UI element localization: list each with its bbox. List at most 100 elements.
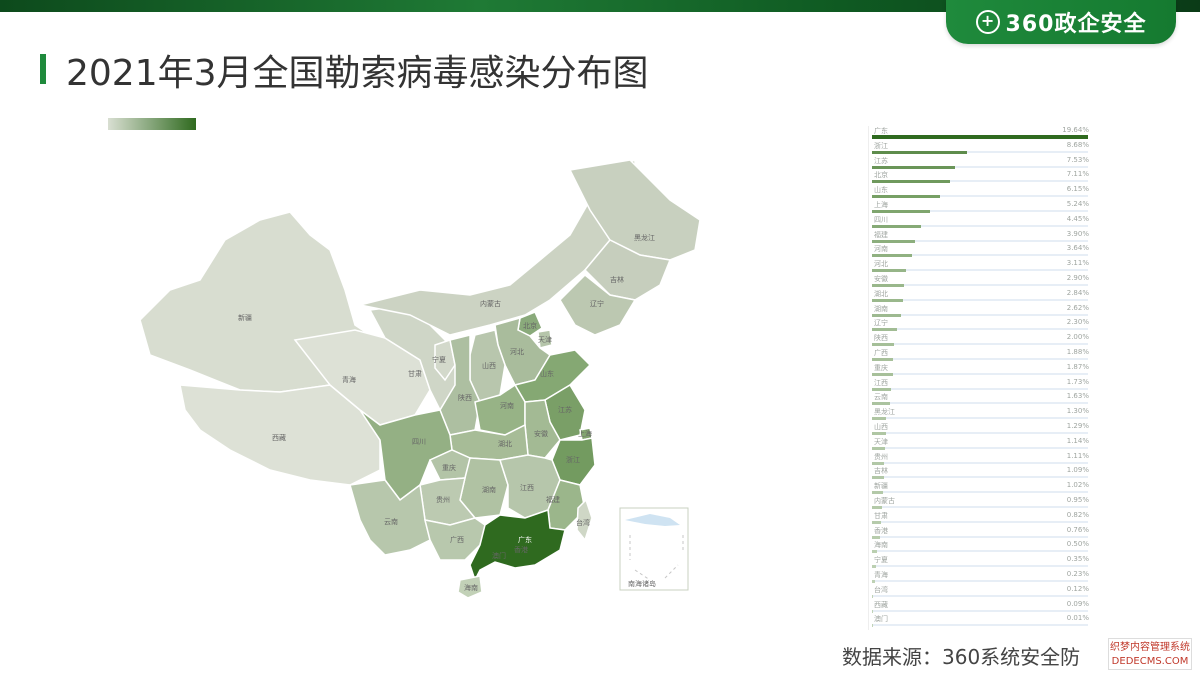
ranking-bar xyxy=(872,446,885,450)
label-shanxi: 山西 xyxy=(482,361,496,370)
ranking-value: 1.88% xyxy=(1066,348,1089,356)
ranking-bar xyxy=(872,298,904,302)
ranking-row: 安徽 2.90% xyxy=(869,274,1093,289)
label-hainan: 海南 xyxy=(464,583,478,592)
label-gansu: 甘肃 xyxy=(408,369,422,378)
ranking-value: 0.35% xyxy=(1066,555,1089,564)
ranking-row: 西藏 0.09% xyxy=(869,600,1093,615)
ranking-bar xyxy=(872,343,894,347)
ranking-value: 2.00% xyxy=(1066,333,1089,342)
ranking-value: 2.30% xyxy=(1066,318,1089,327)
ranking-bar-track xyxy=(872,550,1088,553)
ranking-bar xyxy=(872,609,873,613)
ranking-value: 1.87% xyxy=(1066,362,1089,371)
label-hunan: 湖南 xyxy=(482,485,496,494)
label-yunnan: 云南 xyxy=(384,517,398,526)
ranking-label: 香港 xyxy=(874,526,888,535)
label-taiwan: 台湾 xyxy=(576,518,590,527)
ranking-label: 辽宁 xyxy=(874,319,888,328)
ranking-bar-track xyxy=(872,328,1088,331)
ranking-bar-track xyxy=(872,506,1088,508)
ranking-value: 0.50% xyxy=(1066,540,1089,549)
ranking-row: 贵州 1.11% xyxy=(869,452,1093,467)
ranking-label: 云南 xyxy=(874,393,888,402)
ranking-value: 1.29% xyxy=(1066,422,1089,430)
ranking-row: 台湾 0.12% xyxy=(869,585,1093,600)
ranking-row: 湖南 2.62% xyxy=(869,304,1093,319)
china-map: 新疆 西藏 青海 甘肃 内蒙古 黑龙江 吉林 辽宁 北京 天津 河北 山西 宁夏… xyxy=(130,140,730,610)
ranking-label: 台湾 xyxy=(874,585,888,594)
label-chongqing: 重庆 xyxy=(442,463,456,472)
ranking-label: 贵州 xyxy=(874,452,888,461)
ranking-bar-track xyxy=(872,417,1088,420)
ranking-row: 香港 0.76% xyxy=(869,526,1093,541)
ranking-bar xyxy=(872,506,883,509)
ranking-label: 山东 xyxy=(874,186,888,195)
ranking-bar xyxy=(872,284,904,287)
ranking-bar xyxy=(872,565,876,569)
ranking-label: 河南 xyxy=(874,245,888,254)
ranking-bar-track xyxy=(872,461,1088,464)
ranking-value: 1.30% xyxy=(1066,407,1089,416)
ranking-bar xyxy=(872,624,873,628)
ranking-bar xyxy=(872,491,884,495)
label-fujian: 福建 xyxy=(546,495,560,504)
ranking-bar xyxy=(872,254,913,258)
ranking-label: 澳门 xyxy=(874,615,888,624)
ranking-bar xyxy=(872,476,884,480)
ranking-label: 西藏 xyxy=(874,600,888,609)
ranking-bar xyxy=(872,150,968,154)
label-liaoning: 辽宁 xyxy=(590,299,604,308)
ranking-label: 青海 xyxy=(874,571,888,579)
label-guizhou: 贵州 xyxy=(436,495,450,504)
ranking-bar-track xyxy=(872,284,1088,286)
ranking-label: 山西 xyxy=(874,423,888,431)
ranking-value: 3.64% xyxy=(1066,244,1089,253)
ranking-value: 0.12% xyxy=(1066,584,1089,593)
ranking-bar-track xyxy=(872,565,1088,568)
ranking-row: 河北 3.11% xyxy=(869,259,1093,274)
ranking-bar xyxy=(872,432,887,435)
ranking-row: 江西 1.73% xyxy=(869,378,1093,393)
ranking-row: 湖北 2.84% xyxy=(869,289,1093,304)
label-jilin: 吉林 xyxy=(610,275,624,284)
ranking-value: 1.14% xyxy=(1066,436,1089,445)
label-heilongjiang: 黑龙江 xyxy=(634,233,655,242)
label-shaanxi: 陕西 xyxy=(458,393,472,402)
ranking-bar-track xyxy=(872,372,1088,375)
ranking-row: 陕西 2.00% xyxy=(869,333,1093,348)
label-qinghai: 青海 xyxy=(342,375,356,384)
ranking-row: 山东 6.15% xyxy=(869,185,1093,200)
ranking-label: 上海 xyxy=(874,201,888,209)
ranking-bar xyxy=(872,180,951,184)
ranking-row: 上海 5.24% xyxy=(869,200,1093,215)
ranking-bar xyxy=(872,269,907,273)
label-aomen: 澳门 xyxy=(492,551,506,560)
ranking-value: 0.23% xyxy=(1066,570,1089,578)
ranking-bar xyxy=(872,195,940,199)
ranking-label: 河北 xyxy=(874,260,888,269)
ranking-bar-track xyxy=(872,343,1088,346)
label-neimenggu: 内蒙古 xyxy=(480,299,501,308)
label-guangdong: 广东 xyxy=(518,535,532,544)
ranking-bar xyxy=(872,224,921,228)
ranking-label: 浙江 xyxy=(874,141,888,150)
ranking-bar-track xyxy=(872,609,1088,612)
ranking-row: 四川 4.45% xyxy=(869,215,1093,230)
ranking-bar xyxy=(872,580,875,583)
label-hubei: 湖北 xyxy=(498,439,512,448)
ranking-row: 浙江 8.68% xyxy=(869,141,1093,156)
ranking-label: 重庆 xyxy=(874,363,888,372)
ranking-bar xyxy=(872,550,878,554)
watermark-badge: 织梦内容管理系统 DEDECMS.COM xyxy=(1108,638,1192,670)
ranking-row: 吉林 1.09% xyxy=(869,466,1093,481)
data-source: 数据来源：360系统安全防 xyxy=(842,645,1081,669)
label-sichuan: 四川 xyxy=(412,438,426,446)
ranking-row: 北京 7.11% xyxy=(869,170,1093,185)
label-jiangsu: 江苏 xyxy=(558,405,572,414)
ranking-bar xyxy=(872,594,874,598)
ranking-label: 内蒙古 xyxy=(874,497,895,505)
ranking-bar xyxy=(872,461,885,465)
ranking-row: 江苏 7.53% xyxy=(869,156,1093,171)
label-inset: 南海诸岛 xyxy=(628,579,656,588)
